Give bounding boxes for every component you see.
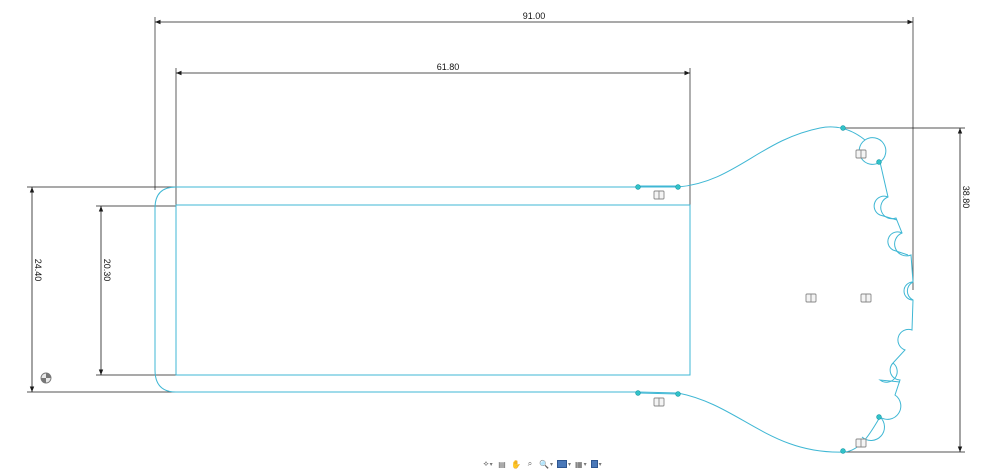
- vertex-point[interactable]: [876, 159, 882, 165]
- display-style-icon: [556, 460, 567, 468]
- view-orientation-icon: ⟡: [483, 459, 489, 468]
- pan-hand-icon: ✋: [511, 459, 521, 469]
- sketch-vertices[interactable]: [635, 125, 882, 454]
- view-toolbar: ⟡ ▾ ▤ ✋ ⌕ 🔍 ▾ ▾ ▦ ▾ ▾: [482, 458, 603, 470]
- vertex-point[interactable]: [840, 448, 846, 454]
- inner-rectangle-profile[interactable]: [175, 204, 691, 376]
- constraint-glyph[interactable]: [805, 293, 817, 303]
- chevron-down-icon[interactable]: ▾: [550, 461, 553, 468]
- tooth-cutouts: [858, 139, 914, 441]
- section-view-button[interactable]: ▾: [590, 459, 603, 469]
- zoom-window-button[interactable]: ⌕: [524, 459, 536, 469]
- dimension-inner-height-value: 20.30: [102, 259, 112, 282]
- vertex-point[interactable]: [876, 414, 882, 420]
- zoom-button[interactable]: 🔍 ▾: [538, 459, 554, 469]
- vertex-point[interactable]: [840, 125, 846, 131]
- dimension-overall-length-value: 91.00: [523, 11, 546, 21]
- print-button[interactable]: ▤: [496, 459, 508, 469]
- zoom-icon: 🔍: [539, 459, 549, 469]
- vertex-point[interactable]: [675, 391, 681, 397]
- vertex-point[interactable]: [675, 184, 681, 190]
- dimension-head-height-value: 38.80: [961, 186, 971, 209]
- sketch-canvas[interactable]: 91.00 61.80 24.40 20.30 38.80: [0, 0, 1000, 470]
- outer-profile[interactable]: [154, 126, 914, 453]
- dimension-outer-height[interactable]: 24.40: [27, 186, 190, 393]
- pan-hand-button[interactable]: ✋: [510, 459, 522, 469]
- origin-icon[interactable]: [40, 372, 52, 384]
- dimension-inner-height[interactable]: 20.30: [96, 205, 176, 376]
- section-view-icon: [590, 460, 598, 468]
- dimension-overall-length[interactable]: 91.00: [154, 11, 914, 290]
- vertex-point[interactable]: [635, 390, 641, 396]
- chevron-down-icon[interactable]: ▾: [490, 461, 493, 468]
- zoom-window-icon: ⌕: [527, 459, 533, 468]
- print-icon: ▤: [498, 459, 506, 469]
- dimension-inner-length-value: 61.80: [437, 62, 460, 72]
- constraint-glyph[interactable]: [653, 397, 665, 407]
- dimension-outer-height-value: 24.40: [33, 259, 43, 282]
- vertex-point[interactable]: [635, 184, 641, 190]
- grid-button[interactable]: ▦ ▾: [574, 459, 588, 469]
- chevron-down-icon[interactable]: ▾: [568, 461, 571, 468]
- display-style-button[interactable]: ▾: [556, 459, 572, 469]
- dimension-inner-length[interactable]: 61.80: [175, 62, 691, 205]
- view-orientation-button[interactable]: ⟡ ▾: [482, 459, 494, 469]
- grid-icon: ▦: [575, 459, 583, 469]
- constraint-glyph[interactable]: [653, 190, 665, 200]
- constraint-glyph[interactable]: [860, 293, 872, 303]
- constraint-glyph[interactable]: [855, 149, 867, 159]
- chevron-down-icon[interactable]: ▾: [584, 461, 587, 468]
- chevron-down-icon[interactable]: ▾: [599, 461, 602, 468]
- constraint-glyph[interactable]: [855, 438, 867, 448]
